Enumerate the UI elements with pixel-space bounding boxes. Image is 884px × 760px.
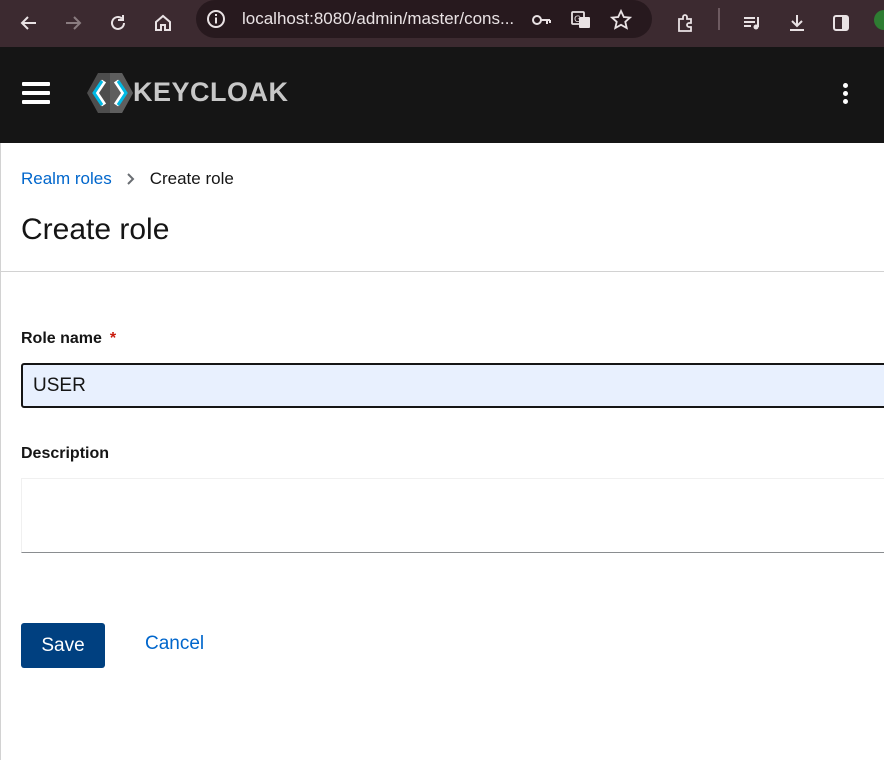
back-icon[interactable] (12, 6, 46, 40)
media-queue-icon[interactable] (735, 6, 769, 40)
cancel-button[interactable]: Cancel (145, 633, 204, 655)
url-text[interactable]: localhost:8080/admin/master/cons... (242, 9, 514, 29)
toolbar-divider (718, 8, 720, 30)
breadcrumb-current: Create role (149, 169, 234, 188)
bookmark-star-icon[interactable] (610, 9, 632, 31)
keycloak-logo-icon (87, 73, 133, 113)
svg-text:G: G (574, 15, 581, 25)
hamburger-menu-icon[interactable] (22, 82, 50, 106)
role-name-input[interactable] (21, 363, 884, 408)
role-name-label-text: Role name (21, 330, 102, 347)
role-name-label: Role name * (21, 330, 116, 348)
breadcrumb-realm-roles-link[interactable]: Realm roles (21, 169, 112, 189)
page-border (0, 143, 1, 760)
chevron-right-icon (126, 173, 135, 185)
title-divider (0, 271, 884, 272)
side-panel-icon[interactable] (824, 6, 858, 40)
site-info-icon[interactable] (206, 9, 226, 29)
required-marker: * (109, 330, 117, 347)
description-label: Description (21, 445, 110, 462)
download-icon[interactable] (780, 6, 814, 40)
profile-avatar[interactable] (874, 10, 884, 30)
extensions-icon[interactable] (668, 6, 702, 40)
brand-wordmark: KEYCLOAK (133, 77, 289, 107)
description-textarea[interactable] (21, 478, 884, 553)
home-icon[interactable] (146, 6, 180, 40)
forward-icon[interactable] (56, 6, 90, 40)
breadcrumb: Realm roles Create role (21, 169, 234, 189)
reload-icon[interactable] (101, 6, 135, 40)
kebab-menu-icon[interactable] (838, 83, 852, 107)
password-key-icon[interactable] (530, 9, 552, 31)
save-button[interactable]: Save (21, 623, 105, 668)
browser-toolbar: localhost:8080/admin/master/cons... G (0, 0, 884, 47)
translate-icon[interactable]: G (570, 9, 592, 31)
page-title: Create role (21, 213, 170, 246)
address-bar[interactable]: localhost:8080/admin/master/cons... G (196, 0, 652, 38)
masthead: KEYCLOAK (0, 47, 884, 143)
